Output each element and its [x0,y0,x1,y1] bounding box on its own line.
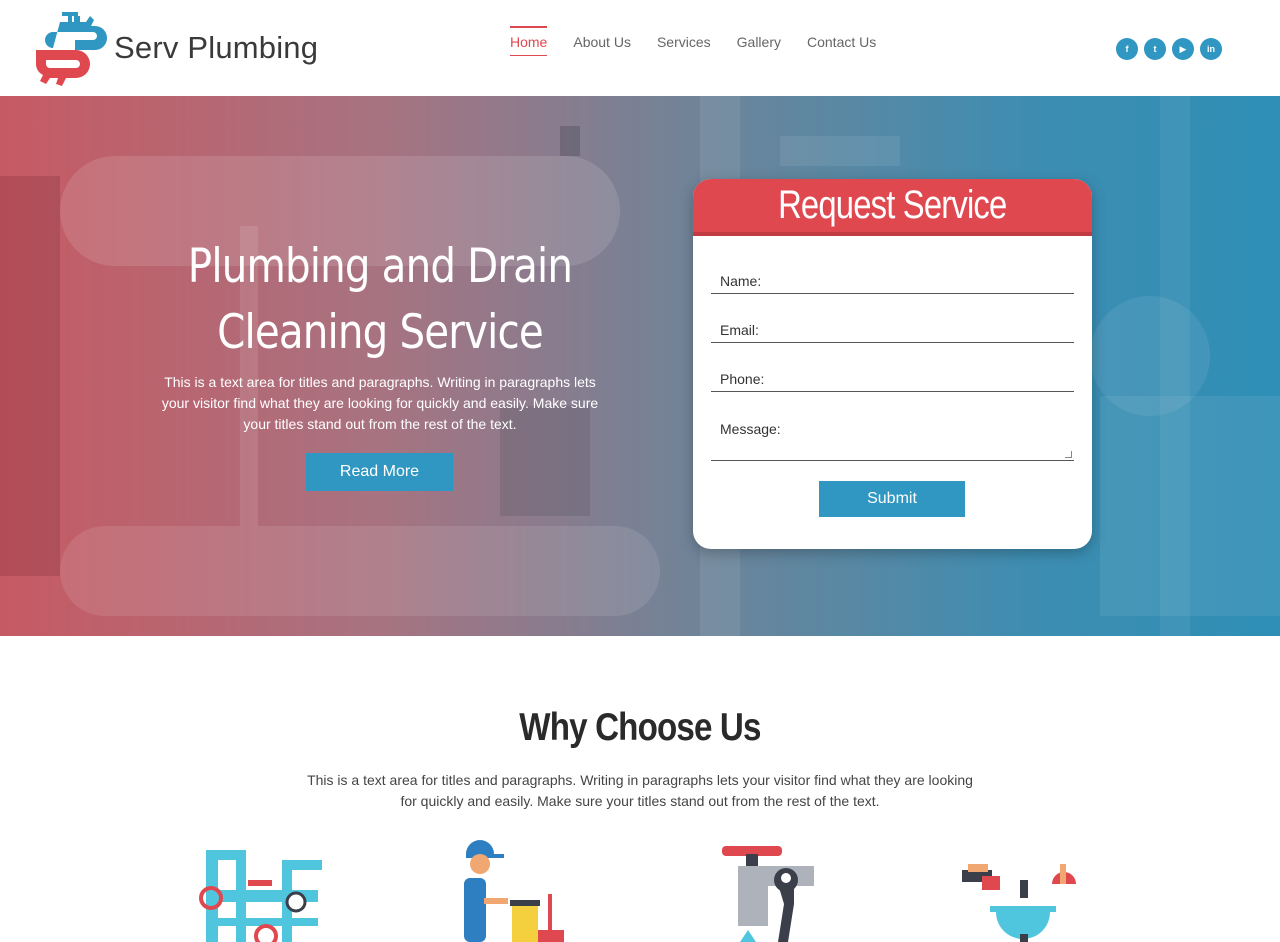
plumber-worker-icon [464,840,564,942]
pipes-valves-icon [199,850,322,942]
twitter-icon[interactable]: t [1144,38,1166,60]
nav-item-gallery[interactable]: Gallery [724,26,794,56]
email-field-label: Email: [720,322,759,338]
phone-field[interactable]: Phone: [711,371,1074,392]
facebook-icon[interactable]: f [1116,38,1138,60]
hero-title-line1: Plumbing and Drain [187,239,573,294]
nav-item-home[interactable]: Home [497,26,560,56]
linkedin-icon[interactable]: in [1200,38,1222,60]
email-field[interactable]: Email: [711,322,1074,343]
why-title-text: Why Choose Us [519,706,761,749]
sink-plunger-icon [962,864,1076,942]
nav-item-about-us[interactable]: About Us [560,26,644,56]
form-title: Request Service [778,183,1007,227]
site-logo[interactable]: Serv Plumbing [30,8,320,88]
nav-item-services[interactable]: Services [644,26,724,56]
why-choose-us-title: Why Choose Us [0,706,1280,750]
hero-title-line2: Cleaning Service [217,305,544,360]
request-service-form: Request Service Name: Email: Phone: Mess… [693,179,1092,549]
name-field[interactable]: Name: [711,273,1074,294]
phone-field-label: Phone: [720,371,765,387]
nav-item-contact-us[interactable]: Contact Us [794,26,889,56]
submit-button[interactable]: Submit [819,481,965,517]
hero-paragraph: This is a text area for titles and parag… [161,374,599,432]
hero-banner: Plumbing and Drain Cleaning Service This… [0,96,1280,636]
why-choose-us-paragraph: This is a text area for titles and parag… [307,772,973,809]
name-field-label: Name: [720,273,762,289]
message-field-label: Message: [720,421,781,437]
plumbing-logo-icon [35,12,107,86]
main-nav: Home About Us Services Gallery Contact U… [497,26,889,56]
form-header: Request Service [693,179,1092,236]
message-field[interactable]: Message: [711,421,1074,461]
logo-text: Serv Plumbing [114,30,319,65]
site-header: Serv Plumbing Home About Us Services Gal… [0,0,1280,96]
youtube-icon[interactable]: ▶ [1172,38,1194,60]
resize-handle-icon[interactable] [1065,451,1072,458]
hero-title: Plumbing and Drain Cleaning Service [165,234,595,366]
faucet-wrench-icon [722,846,814,942]
read-more-button[interactable]: Read More [306,453,453,491]
social-links: f t ▶ in [1116,38,1222,60]
